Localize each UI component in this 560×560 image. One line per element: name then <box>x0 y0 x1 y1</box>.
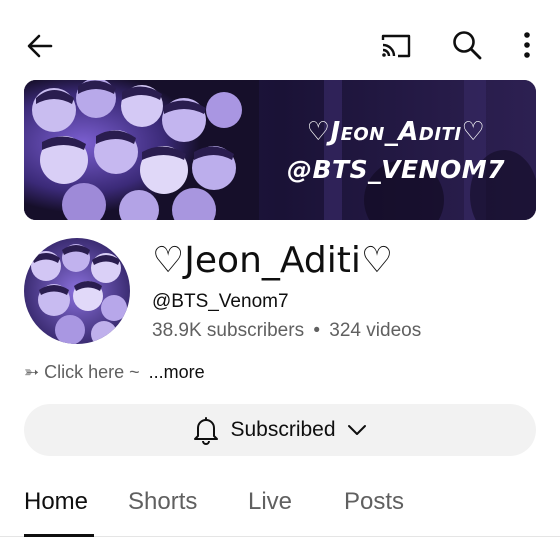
channel-description[interactable]: ➳ Click here ~ ...more <box>24 362 205 383</box>
banner-text: ♡Jeon_Aditi♡ @BTS_VENOM7 <box>256 80 536 220</box>
search-icon <box>453 31 482 60</box>
search-button[interactable] <box>448 26 486 64</box>
tab-home[interactable]: Home <box>24 488 88 516</box>
more-options-button[interactable] <box>512 26 542 64</box>
subscribed-button[interactable]: Subscribed <box>24 404 536 456</box>
tab-shorts[interactable]: Shorts <box>128 488 197 516</box>
stats-separator: • <box>313 320 321 341</box>
description-text: ➳ Click here ~ <box>24 362 140 382</box>
subscribed-label: Subscribed <box>230 418 336 441</box>
avatar-image <box>24 238 130 344</box>
banner-title: ♡Jeon_Aditi♡ <box>306 116 486 147</box>
subscriber-count: 38.9K subscribers <box>152 320 305 341</box>
top-app-bar <box>0 0 560 80</box>
tab-live[interactable]: Live <box>248 488 292 516</box>
cast-icon <box>381 34 411 58</box>
channel-tabs: Home Shorts Live Posts <box>0 478 560 538</box>
back-button[interactable] <box>22 28 58 64</box>
cast-button[interactable] <box>376 28 416 64</box>
channel-stats: 38.9K subscribers • 324 videos <box>152 320 421 342</box>
channel-handle: @BTS_Venom7 <box>152 291 289 312</box>
tab-posts[interactable]: Posts <box>344 488 404 516</box>
bell-icon <box>194 417 219 445</box>
channel-name: ♡Jeon_Aditi♡ <box>152 240 394 281</box>
chevron-down-icon <box>347 425 366 435</box>
banner-handle: @BTS_VENOM7 <box>287 154 505 184</box>
back-arrow-icon <box>27 34 53 58</box>
description-more-link[interactable]: ...more <box>149 362 205 382</box>
channel-banner: ♡Jeon_Aditi♡ @BTS_VENOM7 <box>24 80 536 220</box>
video-count: 324 videos <box>329 320 422 341</box>
active-tab-indicator <box>24 534 94 537</box>
more-vert-icon <box>524 32 530 58</box>
channel-avatar[interactable] <box>24 238 130 344</box>
